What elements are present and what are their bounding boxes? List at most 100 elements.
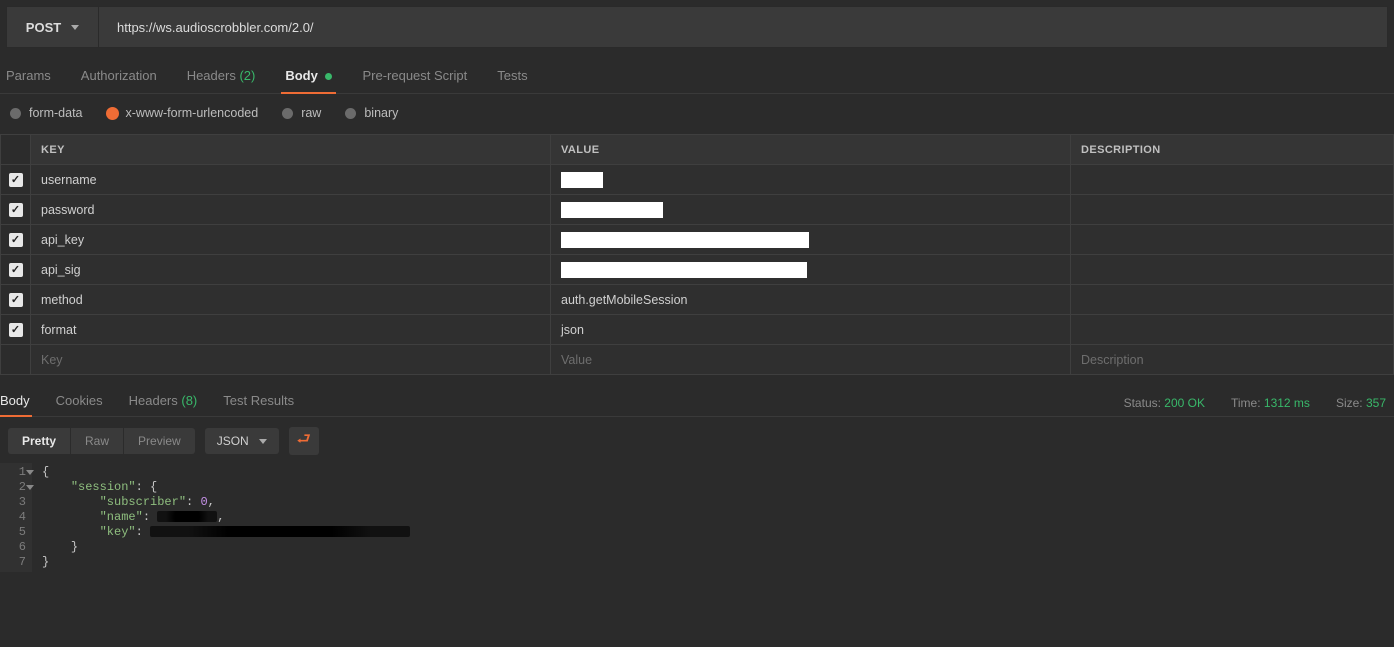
row-desc-cell[interactable] [1071, 315, 1394, 345]
radio-binary[interactable]: binary [345, 106, 398, 120]
row-desc-cell[interactable] [1071, 225, 1394, 255]
response-code: { "session": { "subscriber": 0, "name": … [32, 463, 1394, 572]
resp-tab-cookies[interactable]: Cookies [56, 393, 103, 416]
status-block: Status: 200 OK [1124, 396, 1205, 410]
radio-label: binary [364, 106, 398, 120]
row-checkbox-cell[interactable]: ✓ [1, 225, 31, 255]
language-label: JSON [217, 434, 249, 448]
view-pretty-button[interactable]: Pretty [8, 428, 70, 454]
radio-icon [10, 108, 21, 119]
row-desc-cell[interactable] [1071, 165, 1394, 195]
tab-headers[interactable]: Headers (2) [187, 68, 256, 93]
col-key: KEY [31, 135, 551, 165]
tab-tests[interactable]: Tests [497, 68, 527, 93]
wrap-lines-button[interactable]: ⮐ [289, 427, 319, 455]
table-row: ✓ username [1, 165, 1394, 195]
response-body-viewer[interactable]: 1 2 3 4 5 6 7 { "session": { "subscriber… [0, 463, 1394, 572]
radio-label: form-data [29, 106, 83, 120]
row-checkbox-cell[interactable]: ✓ [1, 195, 31, 225]
chevron-down-icon [259, 439, 267, 444]
checkbox-icon: ✓ [9, 233, 23, 247]
wrap-lines-icon: ⮐ [297, 428, 311, 455]
row-value-cell[interactable]: Value [551, 345, 1071, 375]
row-value-cell[interactable] [551, 225, 1071, 255]
col-check [1, 135, 31, 165]
radio-label: raw [301, 106, 321, 120]
row-desc-cell[interactable] [1071, 195, 1394, 225]
url-input[interactable]: https://ws.audioscrobbler.com/2.0/ [99, 7, 1387, 47]
time-value: 1312 ms [1264, 396, 1310, 410]
row-value-cell[interactable]: json [551, 315, 1071, 345]
row-value-cell[interactable] [551, 195, 1071, 225]
status-value: 200 OK [1164, 396, 1205, 410]
radio-icon [282, 108, 293, 119]
resp-tab-headers[interactable]: Headers (8) [129, 393, 198, 416]
row-checkbox-cell[interactable]: ✓ [1, 165, 31, 195]
time-label: Time: [1231, 396, 1261, 410]
checkbox-icon: ✓ [9, 323, 23, 337]
table-row: ✓ password [1, 195, 1394, 225]
http-method-select[interactable]: POST [7, 7, 99, 47]
tab-body-label: Body [285, 68, 318, 83]
row-checkbox-cell[interactable]: ✓ [1, 285, 31, 315]
table-row-new: KeyValueDescription [1, 345, 1394, 375]
response-meta: Status: 200 OK Time: 1312 ms Size: 357 [1124, 396, 1386, 416]
checkbox-icon: ✓ [9, 203, 23, 217]
row-value-cell[interactable] [551, 255, 1071, 285]
view-raw-button[interactable]: Raw [70, 428, 123, 454]
size-value: 357 [1366, 396, 1386, 410]
redacted-value [561, 172, 603, 188]
row-key-cell[interactable]: Key [31, 345, 551, 375]
table-row: ✓ formatjson [1, 315, 1394, 345]
checkbox-icon: ✓ [9, 173, 23, 187]
body-type-selector: form-data x-www-form-urlencoded raw bina… [0, 94, 1394, 134]
resp-tab-body[interactable]: Body [0, 393, 30, 416]
response-toolbar: Pretty Raw Preview JSON ⮐ [0, 417, 1394, 463]
request-bar: POST https://ws.audioscrobbler.com/2.0/ [6, 6, 1388, 48]
url-value: https://ws.audioscrobbler.com/2.0/ [117, 20, 314, 35]
row-value-cell[interactable] [551, 165, 1071, 195]
row-key-cell[interactable]: format [31, 315, 551, 345]
line-gutter: 1 2 3 4 5 6 7 [0, 463, 32, 572]
radio-icon [345, 108, 356, 119]
col-desc: DESCRIPTION [1071, 135, 1394, 165]
tab-body[interactable]: Body [285, 68, 332, 93]
resp-tab-headers-label: Headers [129, 393, 178, 408]
row-key-cell[interactable]: api_key [31, 225, 551, 255]
redacted-value [561, 232, 809, 248]
radio-icon [107, 108, 118, 119]
request-tabs: Params Authorization Headers (2) Body Pr… [0, 48, 1394, 94]
response-row: Body Cookies Headers (8) Test Results St… [0, 383, 1394, 417]
radio-form-data[interactable]: form-data [10, 106, 83, 120]
col-value: VALUE [551, 135, 1071, 165]
row-key-cell[interactable]: api_sig [31, 255, 551, 285]
redacted-value [561, 202, 663, 218]
view-preview-button[interactable]: Preview [123, 428, 195, 454]
chevron-down-icon [71, 25, 79, 30]
row-value-cell[interactable]: auth.getMobileSession [551, 285, 1071, 315]
tab-headers-label: Headers [187, 68, 236, 83]
headers-count: (2) [239, 68, 255, 83]
row-checkbox-cell[interactable] [1, 345, 31, 375]
table-row: ✓ api_sig [1, 255, 1394, 285]
row-desc-cell[interactable] [1071, 285, 1394, 315]
view-mode-segment: Pretty Raw Preview [8, 428, 195, 454]
radio-raw[interactable]: raw [282, 106, 321, 120]
row-key-cell[interactable]: method [31, 285, 551, 315]
tab-authorization[interactable]: Authorization [81, 68, 157, 93]
row-desc-cell[interactable] [1071, 255, 1394, 285]
row-key-cell[interactable]: password [31, 195, 551, 225]
resp-tab-tests[interactable]: Test Results [223, 393, 294, 416]
tab-prerequest[interactable]: Pre-request Script [362, 68, 467, 93]
response-tabs: Body Cookies Headers (8) Test Results [0, 393, 294, 416]
radio-urlencoded[interactable]: x-www-form-urlencoded [107, 106, 259, 120]
language-select[interactable]: JSON [205, 428, 279, 454]
table-row: ✓ api_key [1, 225, 1394, 255]
row-desc-cell[interactable]: Description [1071, 345, 1394, 375]
row-checkbox-cell[interactable]: ✓ [1, 315, 31, 345]
row-checkbox-cell[interactable]: ✓ [1, 255, 31, 285]
tab-params[interactable]: Params [6, 68, 51, 93]
checkbox-icon: ✓ [9, 263, 23, 277]
row-key-cell[interactable]: username [31, 165, 551, 195]
size-block: Size: 357 [1336, 396, 1386, 410]
